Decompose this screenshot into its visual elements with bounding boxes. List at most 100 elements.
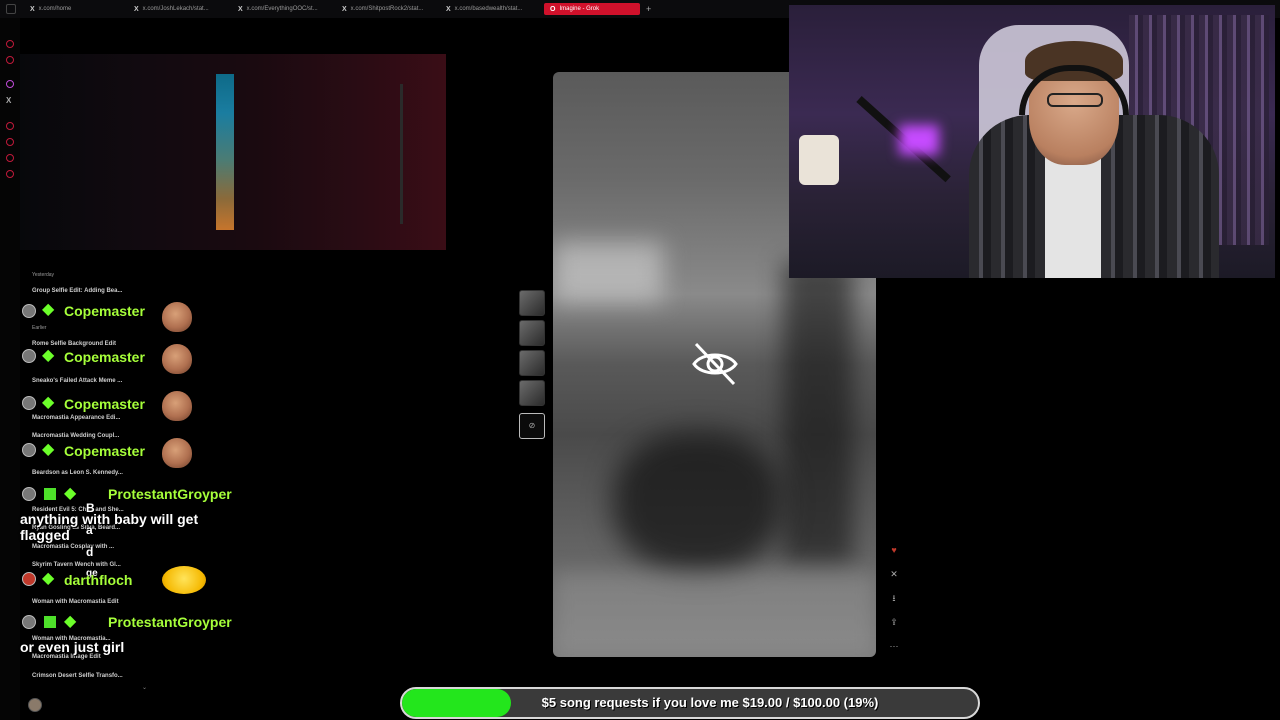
tab-imagine-grok[interactable]: O Imagine - Grok	[544, 3, 640, 15]
chevron-down-icon[interactable]: ⌄	[142, 684, 147, 691]
image-tree	[783, 262, 853, 562]
donation-goal-bar: $5 song requests if you love me $19.00 /…	[400, 687, 980, 719]
chat-message: or even just girl	[20, 639, 125, 655]
webcam-shirt	[1045, 155, 1101, 278]
tab-label: Imagine - Grok	[559, 6, 600, 12]
new-tab-button[interactable]: +	[646, 4, 651, 14]
image-highlight	[553, 242, 663, 302]
eye-off-icon[interactable]	[690, 342, 740, 386]
heart-icon[interactable]: ♥	[886, 542, 902, 558]
history-item[interactable]: Macromastia Cosplay with ...	[32, 544, 114, 550]
sub-badge-icon: ◆	[42, 570, 55, 587]
light-stream	[400, 84, 403, 224]
rail-app-icon[interactable]	[6, 56, 14, 64]
download-icon[interactable]: ⭳	[886, 590, 902, 606]
rail-app-icon[interactable]	[6, 40, 14, 48]
badge-icon	[44, 488, 56, 500]
goal-label: $5 song requests if you love me $19.00 /…	[541, 695, 879, 710]
x-logo-icon: X	[30, 5, 35, 13]
image-thumbnail[interactable]	[519, 380, 545, 406]
preview-scene	[20, 54, 446, 250]
tab-label: x.com/ShitpostRock2/stat...	[350, 6, 424, 12]
bad-letter: B	[86, 501, 95, 515]
history-item[interactable]: Macromastia Appearance Edi...	[32, 415, 120, 421]
image-floor	[553, 572, 876, 657]
tab-label: x.com/EverythingOOC/st...	[246, 6, 318, 12]
rail-app-icon[interactable]	[6, 80, 14, 88]
x-logo-icon[interactable]: X	[6, 96, 11, 105]
tab-everythingooc[interactable]: Xx.com/EverythingOOC/st...	[232, 3, 328, 15]
tab-joshlekach[interactable]: Xx.com/JoshLekach/stat...	[128, 3, 224, 15]
share-icon[interactable]: ⇪	[886, 614, 902, 630]
webcam-glasses	[1047, 93, 1103, 107]
chat-message: anything with baby will get flagged	[20, 511, 199, 543]
tab-shitpostrock[interactable]: Xx.com/ShitpostRock2/stat...	[336, 3, 432, 15]
chat-username: Copemaster	[64, 349, 145, 365]
emote-icon	[162, 302, 192, 332]
rail-app-icon[interactable]	[6, 138, 14, 146]
emote-icon	[162, 438, 192, 468]
chat-username: Copemaster	[64, 303, 145, 319]
chat-user-avatar	[22, 487, 36, 501]
chat-user-avatar	[22, 615, 36, 629]
chat-username: ProtestantGroyper	[108, 486, 232, 502]
bad-letter: d	[86, 545, 94, 559]
sub-badge-icon: ◆	[64, 485, 77, 502]
chat-username: ProtestantGroyper	[108, 614, 232, 630]
chat-username: Copemaster	[64, 443, 145, 459]
chat-user-avatar	[22, 349, 36, 363]
emote-icon	[162, 344, 192, 374]
history-item[interactable]: Skyrim Tavern Wench with Gl...	[32, 562, 121, 568]
history-item[interactable]: Crimson Desert Selfie Transfo...	[32, 673, 123, 679]
tab-label: x.com/JoshLekach/stat...	[142, 6, 209, 12]
tab-basedwealth[interactable]: Xx.com/basedwealth/stat...	[440, 3, 536, 15]
emote-icon	[162, 391, 192, 421]
badge-icon	[44, 616, 56, 628]
webcam-feed	[789, 5, 1275, 278]
x-logo-icon: X	[446, 5, 451, 13]
sub-badge-icon: ◆	[42, 301, 55, 318]
sub-badge-icon: ◆	[42, 347, 55, 364]
video-preview	[20, 20, 446, 270]
chat-user-avatar	[22, 396, 36, 410]
history-item[interactable]: Woman with Macromastia Edit	[32, 599, 119, 605]
history-group-label: Yesterday	[32, 272, 55, 278]
image-thumbnail[interactable]	[519, 350, 545, 376]
history-item[interactable]: Sneako's Failed Attack Meme ...	[32, 378, 122, 384]
image-thumbnail[interactable]	[519, 290, 545, 316]
sidebar-toggle-icon[interactable]	[6, 4, 16, 14]
history-item[interactable]: Group Selfie Edit: Adding Bea...	[32, 288, 122, 294]
tab-label: x.com/home	[38, 6, 72, 12]
history-item[interactable]: Beardson as Leon S. Kennedy...	[32, 470, 123, 476]
browser-side-rail: X	[0, 18, 20, 720]
x-logo-icon: X	[134, 5, 139, 13]
webcam-light	[899, 125, 939, 155]
user-avatar[interactable]	[28, 698, 42, 712]
chat-user-avatar	[22, 443, 36, 457]
sub-badge-icon: ◆	[64, 613, 77, 630]
image-figure	[613, 432, 783, 572]
image-thumbnail-selected[interactable]: ⊘	[519, 413, 545, 439]
chat-user-avatar	[22, 304, 36, 318]
history-item[interactable]: Macromastia Wedding Coupl...	[32, 433, 119, 439]
x-logo-icon: X	[238, 5, 243, 13]
image-thumbnail[interactable]	[519, 320, 545, 346]
bad-letter: a	[86, 523, 93, 537]
rail-app-icon[interactable]	[6, 154, 14, 162]
rail-app-icon[interactable]	[6, 122, 14, 130]
chat-username: Copemaster	[64, 396, 145, 412]
tab-label: x.com/basedwealth/stat...	[454, 6, 523, 12]
sub-badge-icon: ◆	[42, 394, 55, 411]
eye-off-icon: ⊘	[528, 421, 536, 430]
rail-app-icon[interactable]	[6, 170, 14, 178]
more-icon[interactable]: ···	[886, 638, 902, 654]
tab-x-home[interactable]: Xx.com/home	[24, 3, 120, 15]
sub-badge-icon: ◆	[42, 441, 55, 458]
close-icon[interactable]: ✕	[886, 566, 902, 582]
glowing-pillar	[216, 74, 234, 230]
chat-user-avatar	[22, 572, 36, 586]
history-group-label: Earlier	[32, 325, 47, 331]
chat-username: darthfloch	[64, 572, 133, 588]
x-logo-icon: X	[342, 5, 347, 13]
grok-logo-icon: O	[550, 5, 556, 13]
